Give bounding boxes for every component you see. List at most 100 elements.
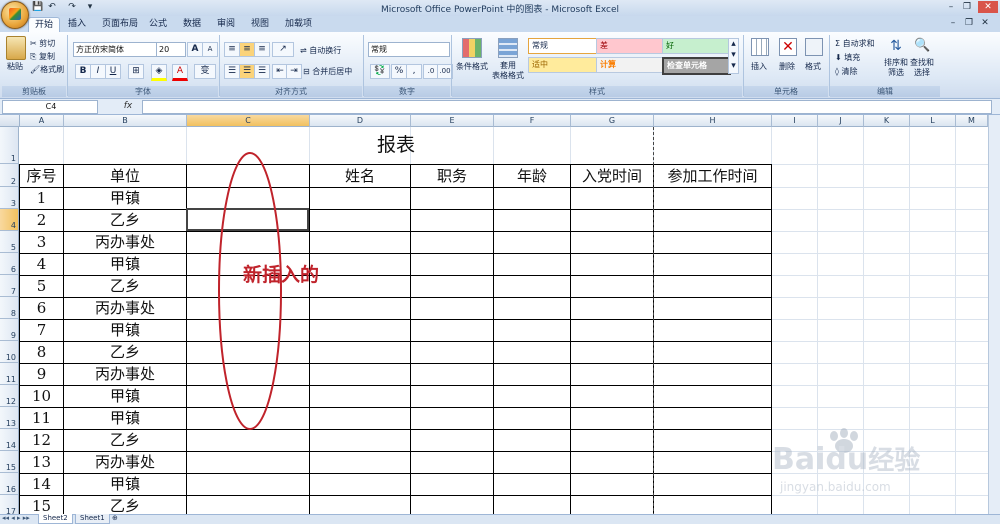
- column-header-b[interactable]: B: [64, 115, 187, 127]
- cell-unit-8[interactable]: 乙乡: [64, 342, 186, 363]
- delete-cells-icon[interactable]: ✕: [779, 38, 797, 56]
- cell-seq-3[interactable]: 3: [20, 232, 63, 253]
- align-bottom-icon[interactable]: ≡: [254, 42, 270, 57]
- vertical-scrollbar[interactable]: [988, 115, 1000, 514]
- ribbon-minimize-button[interactable]: –: [946, 17, 960, 29]
- column-header-l[interactable]: L: [910, 115, 956, 127]
- italic-button[interactable]: I: [90, 64, 106, 79]
- name-box[interactable]: C4: [2, 100, 98, 114]
- ribbon-close-button[interactable]: ✕: [978, 17, 992, 29]
- cell-seq-6[interactable]: 6: [20, 298, 63, 319]
- percent-button[interactable]: %: [391, 64, 407, 79]
- align-left-icon[interactable]: ☰: [224, 64, 240, 79]
- cell-unit-3[interactable]: 丙办事处: [64, 232, 186, 253]
- tab-review[interactable]: 审阅: [211, 17, 241, 31]
- number-format-select[interactable]: 常规: [368, 42, 450, 57]
- row-header-13[interactable]: 13: [0, 407, 19, 429]
- tab-insert[interactable]: 插入: [62, 17, 92, 31]
- cell-seq-10[interactable]: 10: [20, 386, 63, 407]
- autosum-button[interactable]: Σ 自动求和: [835, 38, 875, 49]
- row-header-15[interactable]: 15: [0, 451, 19, 473]
- clear-button[interactable]: ◊ 清除: [835, 66, 858, 77]
- cell-seq-4[interactable]: 4: [20, 254, 63, 275]
- paste-button[interactable]: 粘贴: [7, 61, 23, 72]
- paste-icon[interactable]: [6, 36, 26, 60]
- comma-button[interactable]: ,: [406, 64, 422, 79]
- cell-unit-2[interactable]: 乙乡: [64, 210, 186, 231]
- column-header-j[interactable]: J: [818, 115, 864, 127]
- row-header-14[interactable]: 14: [0, 429, 19, 451]
- column-header-c[interactable]: C: [187, 115, 310, 127]
- row-header-5[interactable]: 5: [0, 231, 19, 253]
- cell-unit-12[interactable]: 乙乡: [64, 430, 186, 451]
- find-select-icon[interactable]: 🔍: [914, 38, 930, 54]
- fill-color-icon[interactable]: ◈: [151, 64, 167, 81]
- insert-sheet-icon[interactable]: ⊕: [112, 514, 118, 523]
- cell-seq-7[interactable]: 7: [20, 320, 63, 341]
- select-all-corner[interactable]: [0, 115, 20, 127]
- cell-seq-12[interactable]: 12: [20, 430, 63, 451]
- column-header-d[interactable]: D: [310, 115, 411, 127]
- cell-unit-5[interactable]: 乙乡: [64, 276, 186, 297]
- bold-button[interactable]: B: [75, 64, 91, 79]
- row-header-3[interactable]: 3: [0, 187, 19, 209]
- cell-unit-11[interactable]: 甲镇: [64, 408, 186, 429]
- cell-seq-14[interactable]: 14: [20, 474, 63, 495]
- phonetic-button[interactable]: 变: [194, 64, 216, 79]
- shrink-font-button[interactable]: A: [202, 42, 218, 57]
- increase-indent-icon[interactable]: ⇥: [286, 64, 302, 79]
- cell-unit-4[interactable]: 甲镇: [64, 254, 186, 275]
- cell-unit-13[interactable]: 丙办事处: [64, 452, 186, 473]
- copy-button[interactable]: ⎘ 复制: [30, 51, 55, 62]
- cell-seq-5[interactable]: 5: [20, 276, 63, 297]
- orientation-icon[interactable]: ↗: [272, 42, 294, 57]
- format-painter-button[interactable]: 🖌格式刷: [30, 64, 64, 75]
- align-right-icon[interactable]: ☰: [254, 64, 270, 79]
- column-header-m[interactable]: M: [956, 115, 988, 127]
- tab-page-layout[interactable]: 页面布局: [96, 17, 144, 31]
- column-header-h[interactable]: H: [654, 115, 772, 127]
- column-header-f[interactable]: F: [494, 115, 571, 127]
- office-button[interactable]: [1, 1, 29, 29]
- fx-icon[interactable]: fx: [118, 100, 138, 112]
- cell-seq-9[interactable]: 9: [20, 364, 63, 385]
- conditional-format-button[interactable]: 条件格式: [456, 61, 488, 72]
- insert-cells-icon[interactable]: [751, 38, 769, 56]
- cell-seq-15[interactable]: 15: [20, 496, 63, 514]
- cell-unit-1[interactable]: 甲镇: [64, 188, 186, 209]
- cell-seq-2[interactable]: 2: [20, 210, 63, 231]
- tab-home[interactable]: 开始: [28, 17, 61, 33]
- row-header-11[interactable]: 11: [0, 363, 19, 385]
- currency-icon[interactable]: 💱: [370, 64, 390, 79]
- find-select-button[interactable]: 查找和 选择: [910, 58, 934, 78]
- format-as-table-icon[interactable]: [498, 38, 518, 58]
- style-normal[interactable]: 常规: [528, 38, 597, 54]
- tab-data[interactable]: 数据: [177, 17, 207, 31]
- row-header-9[interactable]: 9: [0, 319, 19, 341]
- grow-font-button[interactable]: A: [187, 42, 203, 57]
- cell-seq-13[interactable]: 13: [20, 452, 63, 473]
- sheet-nav-icons[interactable]: ◂◂ ◂ ▸ ▸▸: [2, 514, 30, 523]
- styles-scroll-icon[interactable]: ▴ ▾ ▾: [728, 38, 739, 74]
- format-cells-icon[interactable]: [805, 38, 823, 56]
- sort-filter-button[interactable]: 排序和 筛选: [884, 58, 908, 78]
- style-bad[interactable]: 差: [596, 38, 663, 54]
- close-button[interactable]: ✕: [978, 1, 998, 13]
- cell-unit-6[interactable]: 丙办事处: [64, 298, 186, 319]
- format-as-table-button[interactable]: 套用 表格格式: [490, 61, 526, 81]
- merge-center-button[interactable]: ⊟ 合并后居中: [303, 66, 352, 77]
- align-middle-icon[interactable]: ≡: [239, 42, 255, 57]
- undo-icon[interactable]: ↶: [46, 2, 58, 13]
- cell-unit-7[interactable]: 甲镇: [64, 320, 186, 341]
- tab-addins[interactable]: 加载项: [279, 17, 318, 31]
- delete-cells-button[interactable]: 删除: [779, 61, 795, 72]
- row-header-7[interactable]: 7: [0, 275, 19, 297]
- row-header-16[interactable]: 16: [0, 473, 19, 495]
- column-header-k[interactable]: K: [864, 115, 910, 127]
- restore-button[interactable]: ❐: [960, 1, 974, 13]
- cell-seq-11[interactable]: 11: [20, 408, 63, 429]
- row-header-2[interactable]: 2: [0, 164, 19, 187]
- column-header-e[interactable]: E: [411, 115, 494, 127]
- column-header-a[interactable]: A: [20, 115, 64, 127]
- underline-button[interactable]: U: [105, 64, 121, 79]
